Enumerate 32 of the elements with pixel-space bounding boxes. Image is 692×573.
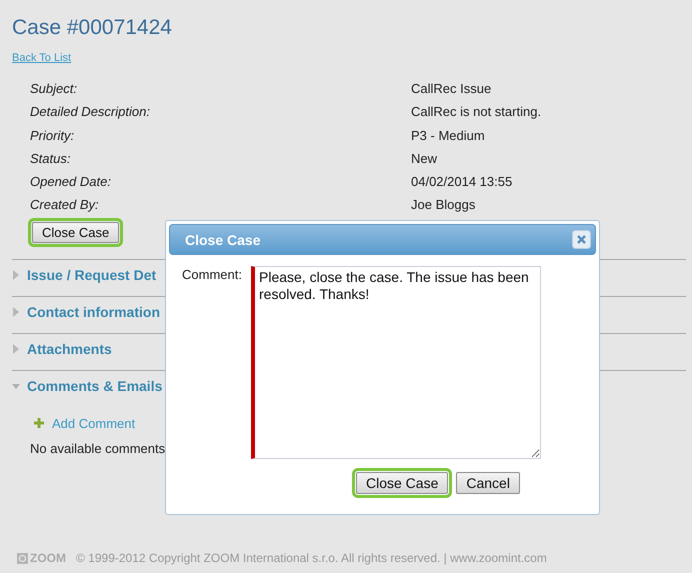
expand-icon[interactable]	[12, 270, 20, 280]
expand-icon[interactable]	[12, 344, 20, 354]
section-title[interactable]: Attachments	[27, 340, 112, 357]
section-title[interactable]: Issue / Request Det	[27, 266, 156, 283]
field-value: 04/02/2014 13:55	[411, 173, 514, 190]
field-label: Status:	[30, 150, 72, 168]
section-title[interactable]: Contact information	[27, 304, 160, 320]
field-label: Created By:	[30, 196, 100, 214]
comment-label: Comment:	[182, 267, 243, 284]
field-label: Detailed Description:	[30, 103, 151, 121]
logo-text: ZOOM	[30, 552, 66, 564]
empty-message: No available comments	[30, 440, 166, 456]
close-icon[interactable]	[572, 230, 591, 249]
field-value: Joe Bloggs	[411, 196, 476, 214]
field-value: P3 - Medium	[411, 126, 486, 144]
back-link[interactable]: Back To List	[12, 52, 72, 64]
field-value: CallRec is not starting.	[411, 103, 542, 121]
cancel-button[interactable]: Cancel	[456, 472, 520, 494]
field-label: Opened Date:	[30, 173, 112, 190]
field-value: CallRec Issue	[411, 80, 492, 98]
comment-field[interactable]: Please, close the case. The issue has been resolved. Thanks!	[251, 266, 541, 459]
expand-icon[interactable]	[12, 306, 20, 317]
page-title: Case #00071424	[12, 16, 173, 40]
logo-icon	[17, 552, 28, 564]
field-label: Subject:	[30, 80, 78, 98]
field-label: Priority:	[30, 126, 76, 144]
add-comment-link[interactable]: Add Comment	[52, 416, 136, 431]
section-title[interactable]: Comments & Emails	[27, 378, 162, 394]
field-value: New	[411, 150, 438, 168]
dialog-title: Close Case	[185, 232, 260, 248]
copyright-text: © 1999-2012 Copyright ZOOM International s.r.o. All rights reserved. | www.zoomint.com	[76, 551, 547, 565]
plus-icon	[34, 418, 44, 428]
